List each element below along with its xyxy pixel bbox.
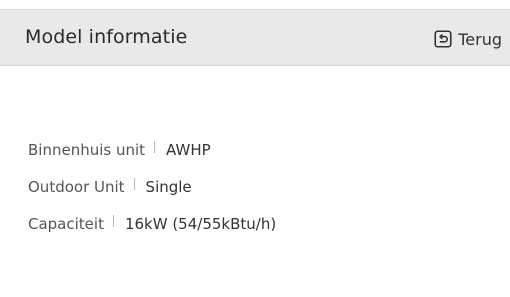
- back-label: Terug: [458, 29, 502, 49]
- back-button[interactable]: Terug: [434, 27, 502, 51]
- info-row-outdoor-unit: Outdoor Unit Single: [28, 168, 276, 205]
- model-info-screen: Model informatie Terug Binnenhuis unit A…: [0, 0, 510, 297]
- info-value: AWHP: [166, 140, 211, 159]
- info-value: 16kW (54/55kBtu/h): [124, 214, 277, 233]
- header-bar: Model informatie Terug: [0, 9, 510, 66]
- separator: [154, 140, 156, 153]
- info-row-indoor-unit: Binnenhuis unit AWHP: [28, 131, 276, 168]
- page-title: Model informatie: [25, 26, 188, 48]
- return-arrow-icon: [434, 30, 452, 48]
- info-label: Capaciteit: [28, 214, 104, 233]
- info-label: Outdoor Unit: [28, 177, 125, 196]
- separator: [112, 214, 114, 227]
- info-value: Single: [145, 177, 192, 196]
- separator: [133, 177, 135, 190]
- model-info-list: Binnenhuis unit AWHP Outdoor Unit Single…: [28, 131, 276, 242]
- info-label: Binnenhuis unit: [28, 140, 146, 159]
- info-row-capacity: Capaciteit 16kW (54/55kBtu/h): [28, 205, 276, 242]
